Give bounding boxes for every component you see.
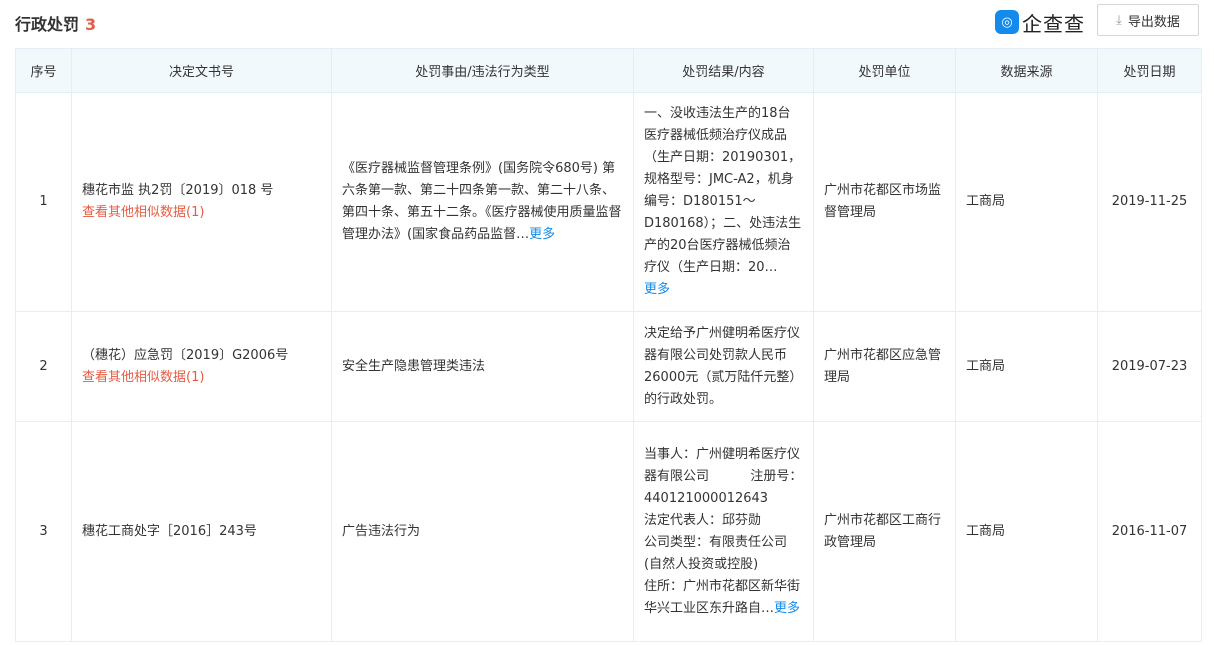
row-result: 决定给予广州健明希医疗仪器有限公司处罚款人民币26000元（贰万陆仟元整）的行政… xyxy=(633,311,814,422)
column-header-result: 处罚结果/内容 xyxy=(633,48,814,93)
penalty-table: 序号 决定文书号 处罚事由/违法行为类型 处罚结果/内容 处罚单位 数据来源 处… xyxy=(15,48,1202,642)
row-date: 2019-07-23 xyxy=(1097,311,1202,422)
row-date: 2016-11-07 xyxy=(1097,421,1202,642)
more-link[interactable]: 更多 xyxy=(529,227,555,242)
row-reason: 《医疗器械监督管理条例》(国务院令680号) 第六条第一款、第二十四条第一款、第… xyxy=(342,161,622,242)
table-row: 3 穗花工商处字［2016］243号 广告违法行为 当事人：广州健明希医疗仪器有… xyxy=(15,421,1202,642)
row-result-cell: 一、没收违法生产的18台医疗器械低频治疗仪成品（生产日期：20190301，规格… xyxy=(633,92,814,312)
record-count: 3 xyxy=(85,15,97,34)
row-result: 一、没收违法生产的18台医疗器械低频治疗仪成品（生产日期：20190301，规格… xyxy=(644,106,802,275)
brand-logo: ◎ 企查查 xyxy=(995,8,1085,36)
column-header-reason: 处罚事由/违法行为类型 xyxy=(331,48,634,93)
export-button[interactable]: ⤓ 导出数据 xyxy=(1097,4,1199,36)
column-header-unit: 处罚单位 xyxy=(813,48,956,93)
column-header-doc-no: 决定文书号 xyxy=(71,48,332,93)
column-header-date: 处罚日期 xyxy=(1097,48,1202,93)
row-result-cell: 当事人：广州健明希医疗仪器有限公司 注册号：440121000012643 法定… xyxy=(633,421,814,642)
row-date: 2019-11-25 xyxy=(1097,92,1202,312)
column-header-source: 数据来源 xyxy=(955,48,1098,93)
row-reason-cell: 《医疗器械监督管理条例》(国务院令680号) 第六条第一款、第二十四条第一款、第… xyxy=(331,92,634,312)
similar-data-link[interactable]: 查看其他相似数据(1) xyxy=(82,367,321,389)
row-source: 工商局 xyxy=(955,311,1098,422)
table-header-row: 序号 决定文书号 处罚事由/违法行为类型 处罚结果/内容 处罚单位 数据来源 处… xyxy=(15,48,1202,93)
table-row: 2 （穗花）应急罚〔2019〕G2006号 查看其他相似数据(1) 安全生产隐患… xyxy=(15,311,1202,422)
row-index: 3 xyxy=(15,421,72,642)
row-reason: 安全生产隐患管理类违法 xyxy=(331,311,634,422)
brand-name: 企查查 xyxy=(1022,11,1085,36)
export-button-label: 导出数据 xyxy=(1127,14,1180,30)
row-doc-no: （穗花）应急罚〔2019〕G2006号 xyxy=(82,347,289,363)
row-doc-no: 穗花工商处字［2016］243号 xyxy=(71,421,332,642)
row-reason: 广告违法行为 xyxy=(331,421,634,642)
column-header-index: 序号 xyxy=(15,48,72,93)
row-unit: 广州市花都区工商行政管理局 xyxy=(813,421,956,642)
row-doc-cell: （穗花）应急罚〔2019〕G2006号 查看其他相似数据(1) xyxy=(71,311,332,422)
more-link[interactable]: 更多 xyxy=(644,279,803,301)
section-title-text: 行政处罚 xyxy=(15,15,80,34)
row-unit: 广州市花都区市场监督管理局 xyxy=(813,92,956,312)
section-title: 行政处罚 3 xyxy=(15,11,96,35)
row-source: 工商局 xyxy=(955,92,1098,312)
row-doc-no: 穗花市监 执2罚〔2019〕018 号 xyxy=(82,183,274,198)
section-header: 行政处罚 3 ◎ 企查查 ⤓ 导出数据 xyxy=(0,0,1214,48)
table-row: 1 穗花市监 执2罚〔2019〕018 号 查看其他相似数据(1) 《医疗器械监… xyxy=(15,92,1202,312)
row-doc-cell: 穗花市监 执2罚〔2019〕018 号 查看其他相似数据(1) xyxy=(71,92,332,312)
row-source: 工商局 xyxy=(955,421,1098,642)
row-index: 1 xyxy=(15,92,72,312)
more-link[interactable]: 更多 xyxy=(774,601,800,616)
row-unit: 广州市花都区应急管理局 xyxy=(813,311,956,422)
similar-data-link[interactable]: 查看其他相似数据(1) xyxy=(82,202,321,224)
row-index: 2 xyxy=(15,311,72,422)
qichacha-logo-icon: ◎ xyxy=(995,10,1019,34)
row-result: 当事人：广州健明希医疗仪器有限公司 注册号：440121000012643 法定… xyxy=(644,446,810,616)
download-icon: ⤓ xyxy=(1116,12,1122,28)
